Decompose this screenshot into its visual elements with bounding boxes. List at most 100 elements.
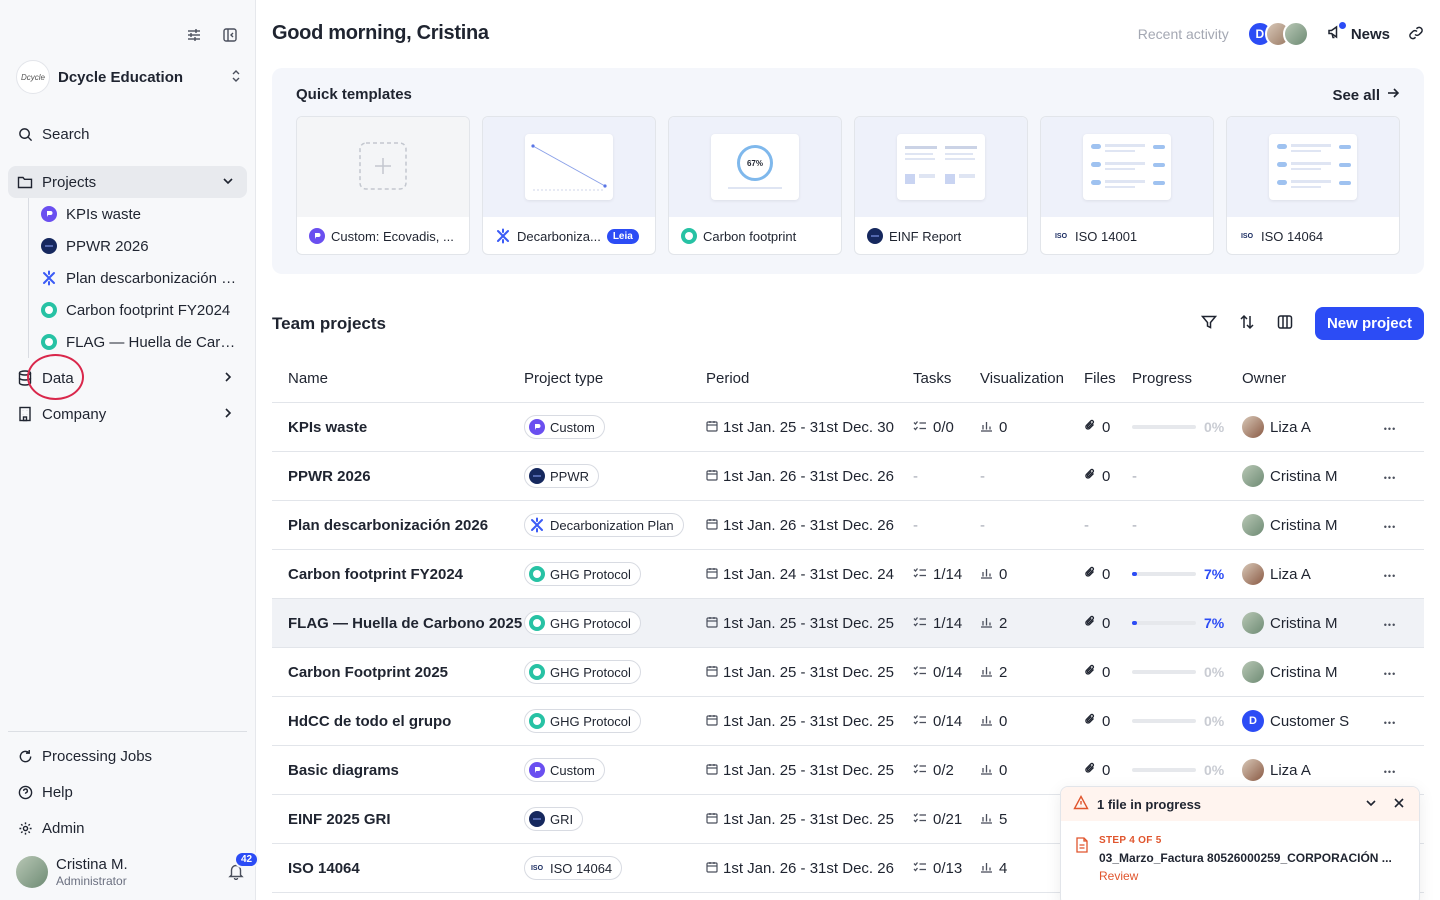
- template-card[interactable]: 67% Carbon footprint: [668, 116, 842, 255]
- review-link[interactable]: Review: [1099, 869, 1405, 883]
- sidebar-project-label: KPIs waste: [66, 205, 142, 223]
- sidebar-project-item[interactable]: PPWR 2026: [29, 230, 243, 262]
- tasks-value: 0/0: [933, 418, 954, 436]
- visualization-cell: 0: [980, 566, 1084, 583]
- more-options-icon[interactable]: •••: [1384, 767, 1396, 777]
- new-project-button[interactable]: New project: [1314, 307, 1424, 340]
- visualization-value: 0: [999, 761, 1008, 779]
- template-card[interactable]: Decarboniza... Leia: [482, 116, 656, 255]
- organization-switcher[interactable]: Dcycle Dcycle Education: [16, 60, 242, 94]
- sidebar-project-item[interactable]: Plan descarbonización 2026: [29, 262, 243, 294]
- warning-icon: [1073, 795, 1089, 813]
- avatar: [1242, 661, 1264, 683]
- sidebar-item-search[interactable]: Search: [8, 118, 247, 150]
- column-header-visualization[interactable]: Visualization: [980, 370, 1084, 387]
- help-icon: [16, 783, 34, 801]
- more-options-icon[interactable]: •••: [1384, 424, 1396, 434]
- collapse-sidebar-icon[interactable]: [221, 26, 239, 44]
- column-header-name[interactable]: Name: [272, 370, 524, 387]
- project-name[interactable]: PPWR 2026: [272, 468, 524, 485]
- close-icon[interactable]: [1393, 797, 1405, 812]
- ghg-icon: [41, 302, 57, 318]
- news-button[interactable]: News: [1327, 22, 1390, 44]
- user-profile[interactable]: Cristina M. Administrator 42: [16, 851, 260, 889]
- progress-cell: 0%: [1132, 713, 1242, 729]
- project-name[interactable]: FLAG — Huella de Carbono 2025: [272, 615, 524, 632]
- template-card[interactable]: Custom: Ecovadis, ...: [296, 116, 470, 255]
- paperclip-icon: [1084, 712, 1096, 730]
- progress-cell: 0%: [1132, 419, 1242, 435]
- recent-activity-avatars[interactable]: D: [1246, 21, 1309, 47]
- table-row[interactable]: KPIs waste Custom 1st Jan. 25 - 31st Dec. …: [272, 403, 1424, 452]
- decarbonization-icon: [495, 228, 511, 244]
- tasks-value: 1/14: [933, 565, 963, 583]
- sidebar-project-item[interactable]: Carbon footprint FY2024: [29, 294, 243, 326]
- template-card[interactable]: ISO ISO 14001: [1040, 116, 1214, 255]
- checklist-icon: [913, 860, 927, 877]
- more-options-icon[interactable]: •••: [1384, 718, 1396, 728]
- sliders-icon[interactable]: [185, 26, 203, 44]
- project-name[interactable]: Plan descarbonización 2026: [272, 517, 524, 534]
- column-header-type[interactable]: Project type: [524, 370, 706, 387]
- more-options-icon[interactable]: •••: [1384, 669, 1396, 679]
- project-name[interactable]: KPIs waste: [272, 419, 524, 436]
- bar-chart-icon: [980, 566, 993, 583]
- more-options-icon[interactable]: •••: [1384, 571, 1396, 581]
- owner-cell: Cristina M: [1242, 465, 1370, 487]
- progress-value: 0%: [1204, 664, 1225, 680]
- more-options-icon[interactable]: •••: [1384, 473, 1396, 483]
- owner-name: Customer S: [1270, 712, 1350, 730]
- table-row[interactable]: HdCC de todo el grupo GHG Protocol 1st Jan…: [272, 697, 1424, 746]
- template-card[interactable]: ISO ISO 14064: [1226, 116, 1400, 255]
- table-row[interactable]: PPWR 2026 PPWR 1st Jan. 26 - 31st Dec. 26 -…: [272, 452, 1424, 501]
- period-value: 1st Jan. 25 - 31st Dec. 25: [723, 761, 894, 779]
- column-header-period[interactable]: Period: [706, 370, 913, 387]
- sidebar-project-item[interactable]: FLAG — Huella de Carbono 2025: [29, 326, 243, 358]
- more-options-icon[interactable]: •••: [1384, 522, 1396, 532]
- column-header-progress[interactable]: Progress: [1132, 370, 1242, 387]
- table-row[interactable]: FLAG — Huella de Carbono 2025 GHG Protoco…: [272, 599, 1424, 648]
- sidebar-project-item[interactable]: KPIs waste: [29, 198, 243, 230]
- sidebar-item-label: Company: [42, 405, 107, 423]
- owner-cell: D Customer S: [1242, 710, 1370, 732]
- more-options-icon[interactable]: •••: [1384, 620, 1396, 630]
- see-all-link[interactable]: See all: [1332, 86, 1400, 104]
- project-name[interactable]: Carbon Footprint 2025: [272, 664, 524, 681]
- table-row[interactable]: Carbon Footprint 2025 GHG Protocol 1st Jan…: [272, 648, 1424, 697]
- project-name[interactable]: Carbon footprint FY2024: [272, 566, 524, 583]
- columns-icon[interactable]: [1277, 314, 1293, 333]
- sidebar-item-company[interactable]: Company: [8, 398, 247, 430]
- toast-body: STEP 4 OF 5 03_Marzo_Factura 80526000259…: [1061, 821, 1419, 897]
- project-name[interactable]: HdCC de todo el grupo: [272, 713, 524, 730]
- notifications-button[interactable]: 42: [228, 851, 260, 881]
- column-header-owner[interactable]: Owner: [1242, 370, 1370, 387]
- recent-activity-link[interactable]: Recent activity: [1138, 26, 1229, 42]
- period-cell: 1st Jan. 26 - 31st Dec. 26: [706, 860, 913, 877]
- sidebar-item-processing-jobs[interactable]: Processing Jobs: [8, 740, 247, 772]
- table-row[interactable]: Plan descarbonización 2026 Decarbonizatio…: [272, 501, 1424, 550]
- column-header-tasks[interactable]: Tasks: [913, 370, 980, 387]
- tasks-value: -: [913, 467, 918, 485]
- tasks-cell: 0/21: [913, 811, 980, 828]
- paperclip-icon: [1084, 565, 1096, 583]
- ppwr-icon: [41, 238, 57, 254]
- checklist-thumbnail: [1083, 134, 1171, 200]
- table-row[interactable]: Carbon footprint FY2024 GHG Protocol 1st J…: [272, 550, 1424, 599]
- project-name[interactable]: EINF 2025 GRI: [272, 811, 524, 828]
- project-name[interactable]: ISO 14064: [272, 860, 524, 877]
- project-type-label: PPWR: [550, 468, 589, 484]
- files-value: 0: [1102, 467, 1111, 485]
- sort-icon[interactable]: [1239, 314, 1255, 333]
- filter-icon[interactable]: [1200, 314, 1218, 333]
- chevron-down-icon[interactable]: [1365, 797, 1377, 812]
- sidebar-item-help[interactable]: Help: [8, 776, 247, 808]
- sidebar-item-projects[interactable]: Projects: [8, 166, 247, 198]
- owner-name: Cristina M: [1270, 516, 1338, 534]
- sidebar-item-admin[interactable]: Admin: [8, 812, 247, 844]
- project-name[interactable]: Basic diagrams: [272, 762, 524, 779]
- column-header-files[interactable]: Files: [1084, 370, 1132, 387]
- template-card[interactable]: EINF Report: [854, 116, 1028, 255]
- link-icon[interactable]: [1408, 25, 1424, 44]
- period-value: 1st Jan. 25 - 31st Dec. 25: [723, 614, 894, 632]
- checklist-icon: [913, 811, 927, 828]
